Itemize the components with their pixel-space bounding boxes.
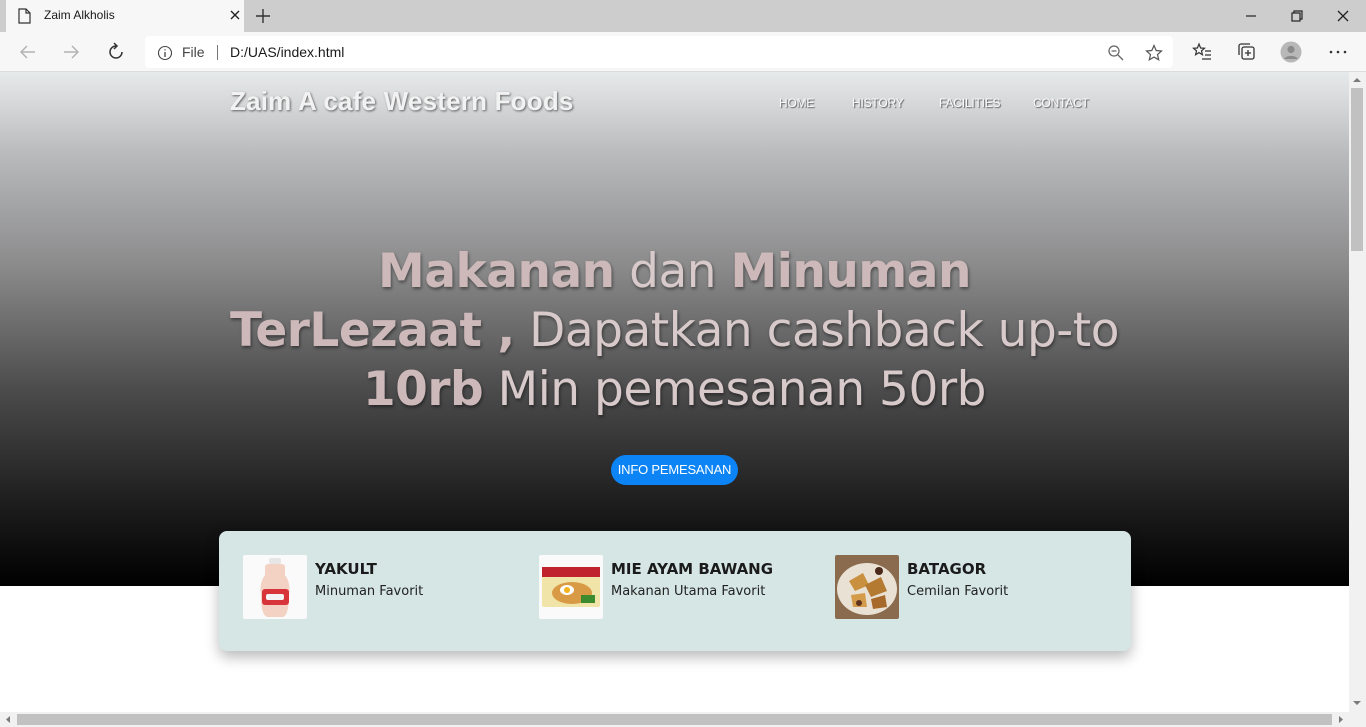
browser-toolbar: File D:/UAS/index.html [0, 32, 1366, 72]
headline-cashback-text: Dapatkan cashback up-to [529, 303, 1119, 358]
item-title: YAKULT [315, 560, 377, 578]
close-window-icon[interactable] [1333, 6, 1353, 26]
info-pemesanan-button[interactable]: INFO PEMESANAN [611, 455, 738, 485]
nav-contact[interactable]: CONTACT [1033, 96, 1089, 110]
file-scheme-label: File [182, 44, 205, 60]
restore-icon[interactable] [1287, 6, 1307, 26]
scroll-up-arrow-icon[interactable] [1351, 75, 1363, 85]
nav-home[interactable]: HOME [779, 96, 814, 110]
refresh-icon[interactable] [105, 41, 127, 63]
profile-avatar-icon[interactable] [1280, 41, 1302, 63]
vertical-scroll-thumb[interactable] [1351, 88, 1363, 251]
nav-facilities[interactable]: FACILITIES [939, 96, 1001, 110]
headline-word-terlezaat: TerLezaat , [230, 303, 515, 358]
item-title: MIE AYAM BAWANG [611, 560, 774, 578]
horizontal-scroll-thumb[interactable] [17, 714, 1332, 725]
collections-icon[interactable] [1236, 41, 1258, 63]
tab-title: Zaim Alkholis [44, 8, 115, 22]
item-title: BATAGOR [907, 560, 987, 578]
headline-word-minuman: Minuman [730, 244, 972, 299]
scroll-left-arrow-icon[interactable] [3, 714, 13, 725]
page-viewport: Zaim A cafe Western Foods HOME HISTORY F… [0, 72, 1349, 712]
noodle-pack-image [539, 555, 603, 619]
address-bar[interactable]: File D:/UAS/index.html [145, 36, 1173, 68]
close-tab-icon[interactable] [228, 8, 242, 22]
item-subtitle: Makanan Utama Favorit [611, 584, 766, 599]
minimize-icon[interactable] [1241, 6, 1261, 26]
headline-amount: 10rb [362, 362, 484, 417]
headline-word-dan: dan [629, 244, 717, 299]
browser-tab[interactable]: Zaim Alkholis [6, 0, 244, 32]
favorite-star-icon[interactable] [1145, 44, 1163, 62]
scroll-right-arrow-icon[interactable] [1336, 714, 1346, 725]
new-tab-icon[interactable] [254, 7, 272, 25]
url-text[interactable]: D:/UAS/index.html [230, 44, 344, 60]
favorites-card: YAKULT Minuman Favorit MIE AYAM BAWANG M… [219, 531, 1131, 651]
tab-strip: Zaim Alkholis [0, 0, 1366, 32]
favorites-icon[interactable] [1191, 41, 1213, 63]
scroll-down-arrow-icon[interactable] [1351, 698, 1363, 708]
forward-icon[interactable] [60, 41, 82, 63]
more-options-icon[interactable] [1327, 41, 1349, 63]
item-subtitle: Minuman Favorit [315, 584, 424, 599]
nav-history[interactable]: HISTORY [852, 96, 904, 110]
headline-min-order: Min pemesanan 50rb [497, 362, 987, 417]
document-icon [18, 8, 31, 24]
hero-section: Zaim A cafe Western Foods HOME HISTORY F… [0, 72, 1349, 586]
info-icon[interactable] [157, 45, 173, 61]
address-separator [217, 45, 218, 60]
batagor-plate-image [835, 555, 899, 619]
headline-word-makanan: Makanan [378, 244, 615, 299]
yakult-bottle-image [243, 555, 307, 619]
item-subtitle: Cemilan Favorit [907, 584, 1009, 599]
site-brand[interactable]: Zaim A cafe Western Foods [230, 86, 574, 117]
back-icon[interactable] [17, 41, 39, 63]
zoom-icon[interactable] [1107, 44, 1125, 62]
hero-headline: Makanan dan Minuman TerLezaat , Dapatkan… [200, 242, 1149, 419]
